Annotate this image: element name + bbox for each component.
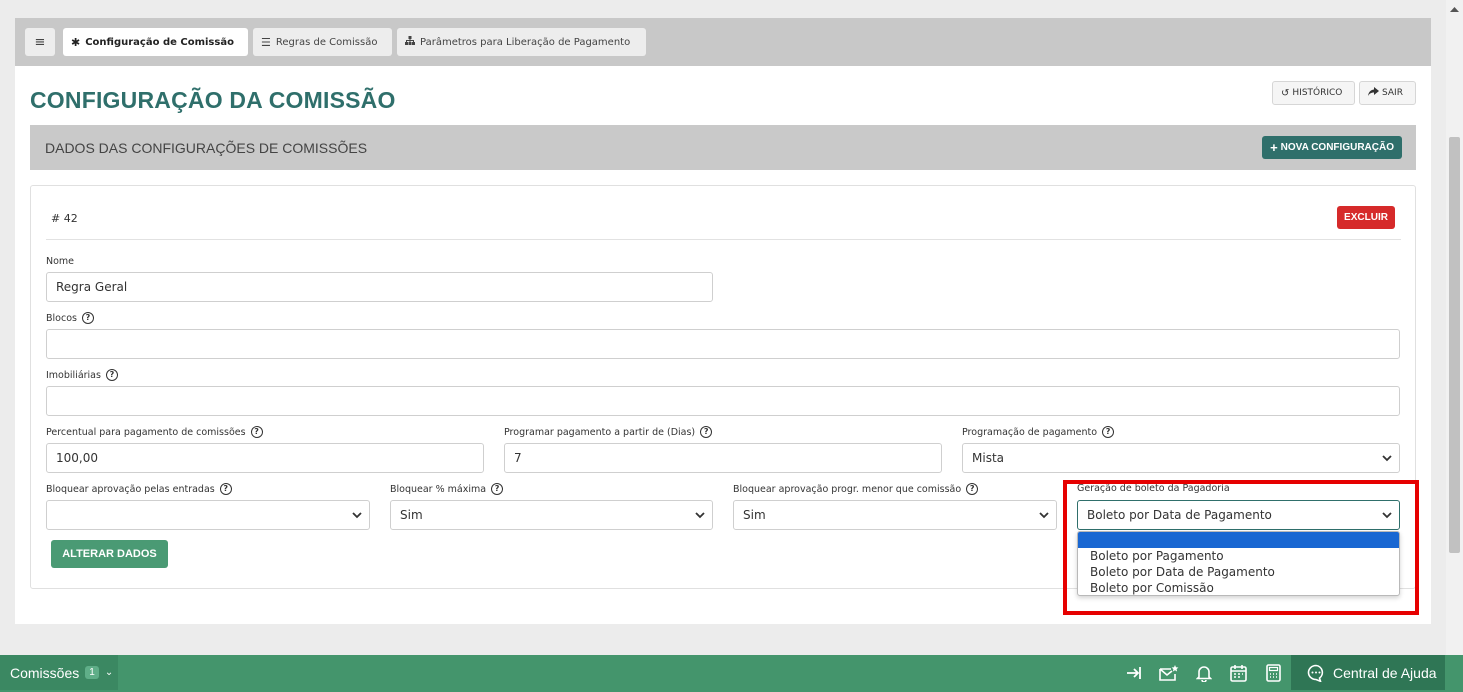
save-button[interactable]: ALTERAR DADOS [51,540,168,568]
chat-bubble-icon [1307,664,1324,682]
collapse-arrow-icon[interactable] [1125,664,1143,682]
bloquear-entradas-select[interactable] [46,500,370,530]
bloquear-entradas-label-text: Bloquear aprovação pelas entradas [46,483,215,495]
blocos-label-text: Blocos [46,312,77,324]
module-switcher[interactable]: Comissões 1 ⌄ [0,655,118,690]
vertical-scrollbar[interactable] [1446,0,1463,655]
bloquear-progr-label: Bloquear aprovação progr. menor que comi… [733,483,979,495]
bloquear-entradas-label: Bloquear aprovação pelas entradas ? [46,483,232,495]
tab-label: Parâmetros para Liberação de Pagamento [420,36,631,48]
calendar-icon[interactable] [1230,664,1247,682]
help-icon[interactable]: ? [1102,426,1115,438]
imobiliarias-input[interactable] [46,386,1400,416]
programacao-select[interactable]: Mista [962,443,1400,473]
gear-icon: ✱ [71,35,81,49]
help-center-label: Central de Ajuda [1333,664,1437,681]
programacao-label-text: Programação de pagamento [962,426,1098,438]
new-config-label: NOVA CONFIGURAÇÃO [1280,142,1394,153]
percentual-value: 100,00 [56,451,98,465]
nome-label-text: Nome [46,256,75,267]
dropdown-option[interactable]: Boleto por Comissão [1078,580,1399,595]
section-title: DADOS DAS CONFIGURAÇÕES DE COMISSÕES [45,140,368,156]
help-center-button[interactable]: Central de Ajuda [1291,655,1445,690]
tab-label: Configuração de Comissão [85,36,234,48]
divider [46,239,1401,240]
blocos-label: Blocos ? [46,312,94,324]
nome-value: Regra Geral [56,280,128,294]
page-title: CONFIGURAÇÃO DA COMISSÃO [30,87,396,113]
share-arrow-icon [1368,87,1379,99]
programar-label: Programar pagamento a partir de (Dias) ? [504,426,713,438]
module-count-badge: 1 [85,666,99,679]
help-icon[interactable]: ? [81,312,94,324]
help-icon[interactable]: ? [700,426,713,438]
chevron-down-icon: ⌄ [104,667,114,678]
programar-value: 7 [514,451,522,465]
help-icon[interactable]: ? [105,369,118,381]
history-label: HISTÓRICO [1292,88,1343,98]
config-id: # 42 [51,212,78,225]
dropdown-option[interactable]: Boleto por Data de Pagamento [1078,564,1399,580]
delete-button[interactable]: EXCLUIR [1337,206,1395,229]
scrollbar-thumb[interactable] [1449,137,1460,553]
history-icon: ↺ [1281,87,1290,99]
nome-label: Nome [46,256,74,267]
tab-regras-comissao[interactable]: ☰ Regras de Comissão [253,28,392,56]
help-icon[interactable]: ? [219,483,232,495]
calculator-icon[interactable] [1266,664,1281,682]
exit-label: SAIR [1382,88,1403,98]
bloquear-progr-select[interactable]: Sim [733,500,1057,530]
imobiliarias-label-text: Imobiliárias [46,369,101,381]
history-button[interactable]: ↺ HISTÓRICO [1272,81,1355,105]
chevron-down-icon [1039,512,1049,519]
bell-icon[interactable] [1196,664,1212,682]
percentual-label-text: Percentual para pagamento de comissões [46,426,246,438]
bloquear-progr-label-text: Bloquear aprovação progr. menor que comi… [733,483,962,495]
chevron-down-icon [695,512,705,519]
boleto-dropdown: Boleto por Pagamento Boleto por Data de … [1077,531,1400,596]
bloquear-maxima-label: Bloquear % máxima ? [390,483,504,495]
bloquear-maxima-label-text: Bloquear % máxima [390,483,487,495]
bloquear-maxima-select[interactable]: Sim [390,500,713,530]
help-icon[interactable]: ? [250,426,263,438]
list-icon: ☰ [261,35,271,49]
tab-parametros-liberacao[interactable]: Parâmetros para Liberação de Pagamento [397,28,646,56]
tab-label: Regras de Comissão [275,36,378,48]
module-label: Comissões [10,664,80,681]
tab-configuracao-comissao[interactable]: ✱ Configuração de Comissão [63,28,248,56]
tab-bar: ≡ ✱ Configuração de Comissão ☰ Regras de… [15,18,1431,66]
dropdown-option[interactable]: Boleto por Pagamento [1078,548,1399,564]
nome-input[interactable]: Regra Geral [46,272,713,302]
exit-button[interactable]: SAIR [1359,81,1416,105]
menu-button[interactable]: ≡ [25,28,55,56]
bottom-bar: Comissões 1 ⌄ Central de Ajuda [0,655,1463,692]
programacao-value: Mista [972,451,1004,465]
programar-label-text: Programar pagamento a partir de (Dias) [504,426,696,438]
mail-star-icon[interactable] [1159,664,1179,682]
hamburger-icon: ≡ [34,34,46,50]
sitemap-icon [405,36,415,48]
dropdown-option-empty[interactable] [1078,532,1399,548]
percentual-label: Percentual para pagamento de comissões ? [46,426,263,438]
percentual-input[interactable]: 100,00 [46,443,484,473]
bloquear-maxima-value: Sim [400,508,423,522]
section-header: DADOS DAS CONFIGURAÇÕES DE COMISSÕES + N… [30,125,1416,170]
help-icon[interactable]: ? [491,483,504,495]
chevron-down-icon [1382,455,1392,462]
scroll-up-icon[interactable] [1450,6,1459,12]
new-config-button[interactable]: + NOVA CONFIGURAÇÃO [1262,136,1402,159]
imobiliarias-label: Imobiliárias ? [46,369,118,381]
help-icon[interactable]: ? [966,483,979,495]
blocos-input[interactable] [46,329,1400,359]
programacao-label: Programação de pagamento ? [962,426,1115,438]
chevron-down-icon [352,512,362,519]
plus-icon: + [1270,140,1278,155]
programar-input[interactable]: 7 [504,443,942,473]
bloquear-progr-value: Sim [743,508,766,522]
